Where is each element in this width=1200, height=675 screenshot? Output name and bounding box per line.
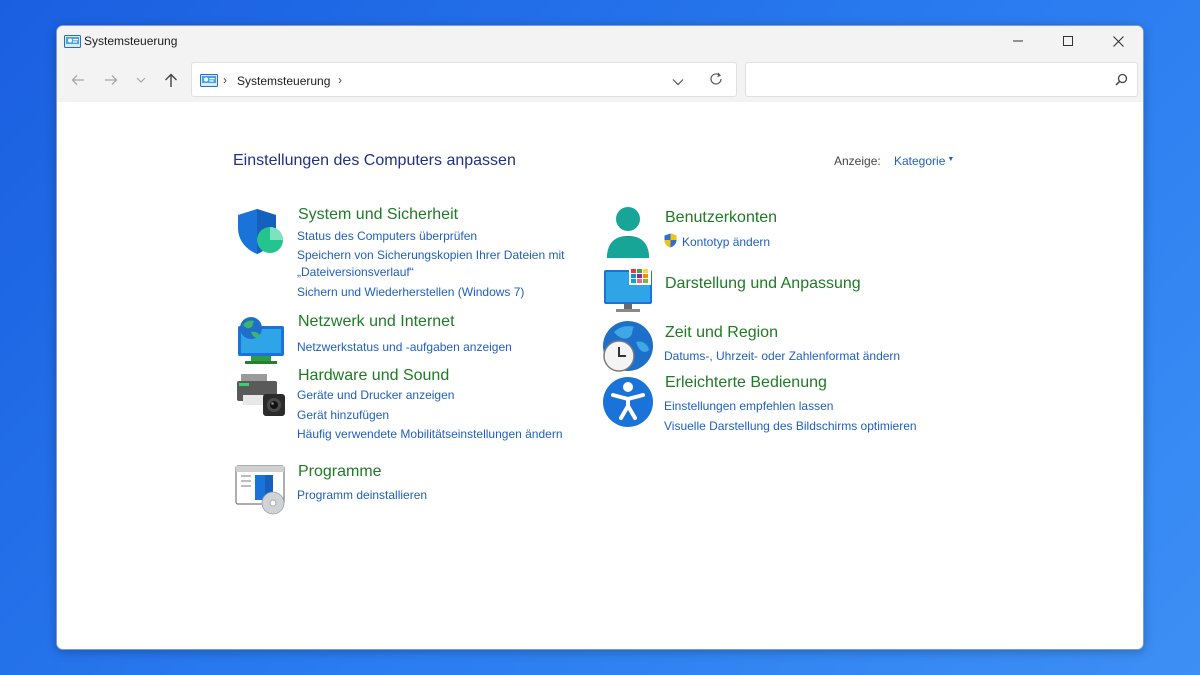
link-recommend-settings[interactable]: Einstellungen empfehlen lassen bbox=[664, 398, 833, 415]
category-title-network-internet[interactable]: Netzwerk und Internet bbox=[298, 313, 455, 331]
link-add-device[interactable]: Gerät hinzufügen bbox=[297, 407, 389, 424]
link-backup-restore[interactable]: Sichern und Wiederherstellen (Windows 7) bbox=[297, 284, 524, 301]
clock-globe-icon bbox=[603, 321, 653, 372]
breadcrumb-separator-trailing[interactable]: › bbox=[338, 73, 342, 87]
link-mobility-settings[interactable]: Häufig verwendete Mobilitätseinstellunge… bbox=[297, 426, 563, 443]
minimize-button[interactable] bbox=[993, 26, 1043, 56]
window-title: Systemsteuerung bbox=[84, 34, 178, 48]
category-title-appearance[interactable]: Darstellung und Anpassung bbox=[665, 275, 861, 293]
close-icon bbox=[1112, 35, 1124, 47]
dropdown-caret-icon: ▼ bbox=[947, 156, 955, 163]
category-title-clock-region[interactable]: Zeit und Region bbox=[665, 324, 778, 342]
breadcrumb-separator[interactable]: › bbox=[223, 73, 227, 87]
arrow-left-icon bbox=[71, 75, 84, 85]
page-title: Einstellungen des Computers anpassen bbox=[233, 152, 516, 169]
navigation-bar: › Systemsteuerung › bbox=[57, 56, 1143, 102]
link-uninstall-program[interactable]: Programm deinstallieren bbox=[297, 487, 427, 504]
category-title-ease-of-access[interactable]: Erleichterte Bedienung bbox=[665, 374, 827, 392]
recent-locations-button[interactable] bbox=[130, 69, 152, 91]
refresh-icon bbox=[710, 72, 722, 85]
breadcrumb-systemsteuerung[interactable]: Systemsteuerung bbox=[237, 74, 330, 88]
category-title-hardware-sound[interactable]: Hardware und Sound bbox=[298, 367, 449, 385]
network-globe-icon bbox=[238, 317, 284, 364]
forward-button[interactable] bbox=[100, 69, 122, 91]
arrow-right-icon bbox=[105, 75, 118, 85]
link-devices-printers[interactable]: Geräte und Drucker anzeigen bbox=[297, 387, 454, 404]
address-history-button[interactable] bbox=[672, 73, 684, 91]
link-check-computer-status[interactable]: Status des Computers überprüfen bbox=[297, 228, 477, 245]
close-button[interactable] bbox=[1093, 26, 1143, 56]
shield-icon bbox=[238, 209, 283, 254]
maximize-icon bbox=[1063, 36, 1073, 46]
printer-camera-icon bbox=[237, 374, 285, 416]
window-controls bbox=[993, 26, 1143, 56]
monitor-appearance-icon bbox=[604, 267, 652, 312]
control-panel-app-icon bbox=[64, 34, 81, 48]
search-box[interactable] bbox=[745, 62, 1138, 97]
uac-shield-icon bbox=[664, 233, 677, 248]
search-icon bbox=[1115, 73, 1128, 86]
link-date-time-number-format[interactable]: Datums-, Uhrzeit- oder Zahlenformat ände… bbox=[664, 348, 900, 365]
programs-disc-icon bbox=[235, 465, 285, 515]
maximize-button[interactable] bbox=[1043, 26, 1093, 56]
minimize-icon bbox=[1013, 40, 1023, 42]
address-bar[interactable]: › Systemsteuerung › bbox=[191, 62, 737, 97]
back-button[interactable] bbox=[67, 69, 89, 91]
view-by-value: Kategorie bbox=[894, 154, 946, 168]
category-title-system-security[interactable]: System und Sicherheit bbox=[298, 206, 458, 224]
link-file-history-backup[interactable]: Speichern von Sicherungskopien Ihrer Dat… bbox=[297, 247, 564, 264]
link-file-history-backup-cont[interactable]: „Dateiversionsverlauf“ bbox=[297, 264, 414, 281]
up-button[interactable] bbox=[160, 69, 182, 91]
link-change-account-type[interactable]: Kontotyp ändern bbox=[682, 234, 770, 251]
control-panel-location-icon bbox=[200, 74, 218, 87]
arrow-up-icon bbox=[165, 73, 177, 87]
view-by-dropdown[interactable]: Kategorie ▼ bbox=[894, 154, 954, 168]
title-bar[interactable]: Systemsteuerung bbox=[57, 26, 1143, 56]
search-button[interactable] bbox=[1115, 73, 1128, 91]
control-panel-window: Systemsteuerung › Systemsteuerung › Eins… bbox=[56, 25, 1144, 650]
user-icon bbox=[607, 207, 649, 258]
accessibility-icon bbox=[603, 377, 653, 427]
search-input[interactable] bbox=[754, 70, 1104, 90]
view-by-label: Anzeige: bbox=[834, 154, 881, 168]
chevron-down-icon bbox=[136, 77, 146, 83]
chevron-down-icon bbox=[672, 79, 684, 86]
link-optimize-display[interactable]: Visuelle Darstellung des Bildschirms opt… bbox=[664, 418, 917, 435]
main-content: Einstellungen des Computers anpassen Anz… bbox=[57, 102, 1143, 649]
link-network-status[interactable]: Netzwerkstatus und -aufgaben anzeigen bbox=[297, 339, 512, 356]
category-title-programs[interactable]: Programme bbox=[298, 463, 382, 481]
refresh-button[interactable] bbox=[709, 72, 723, 91]
category-title-user-accounts[interactable]: Benutzerkonten bbox=[665, 209, 777, 227]
